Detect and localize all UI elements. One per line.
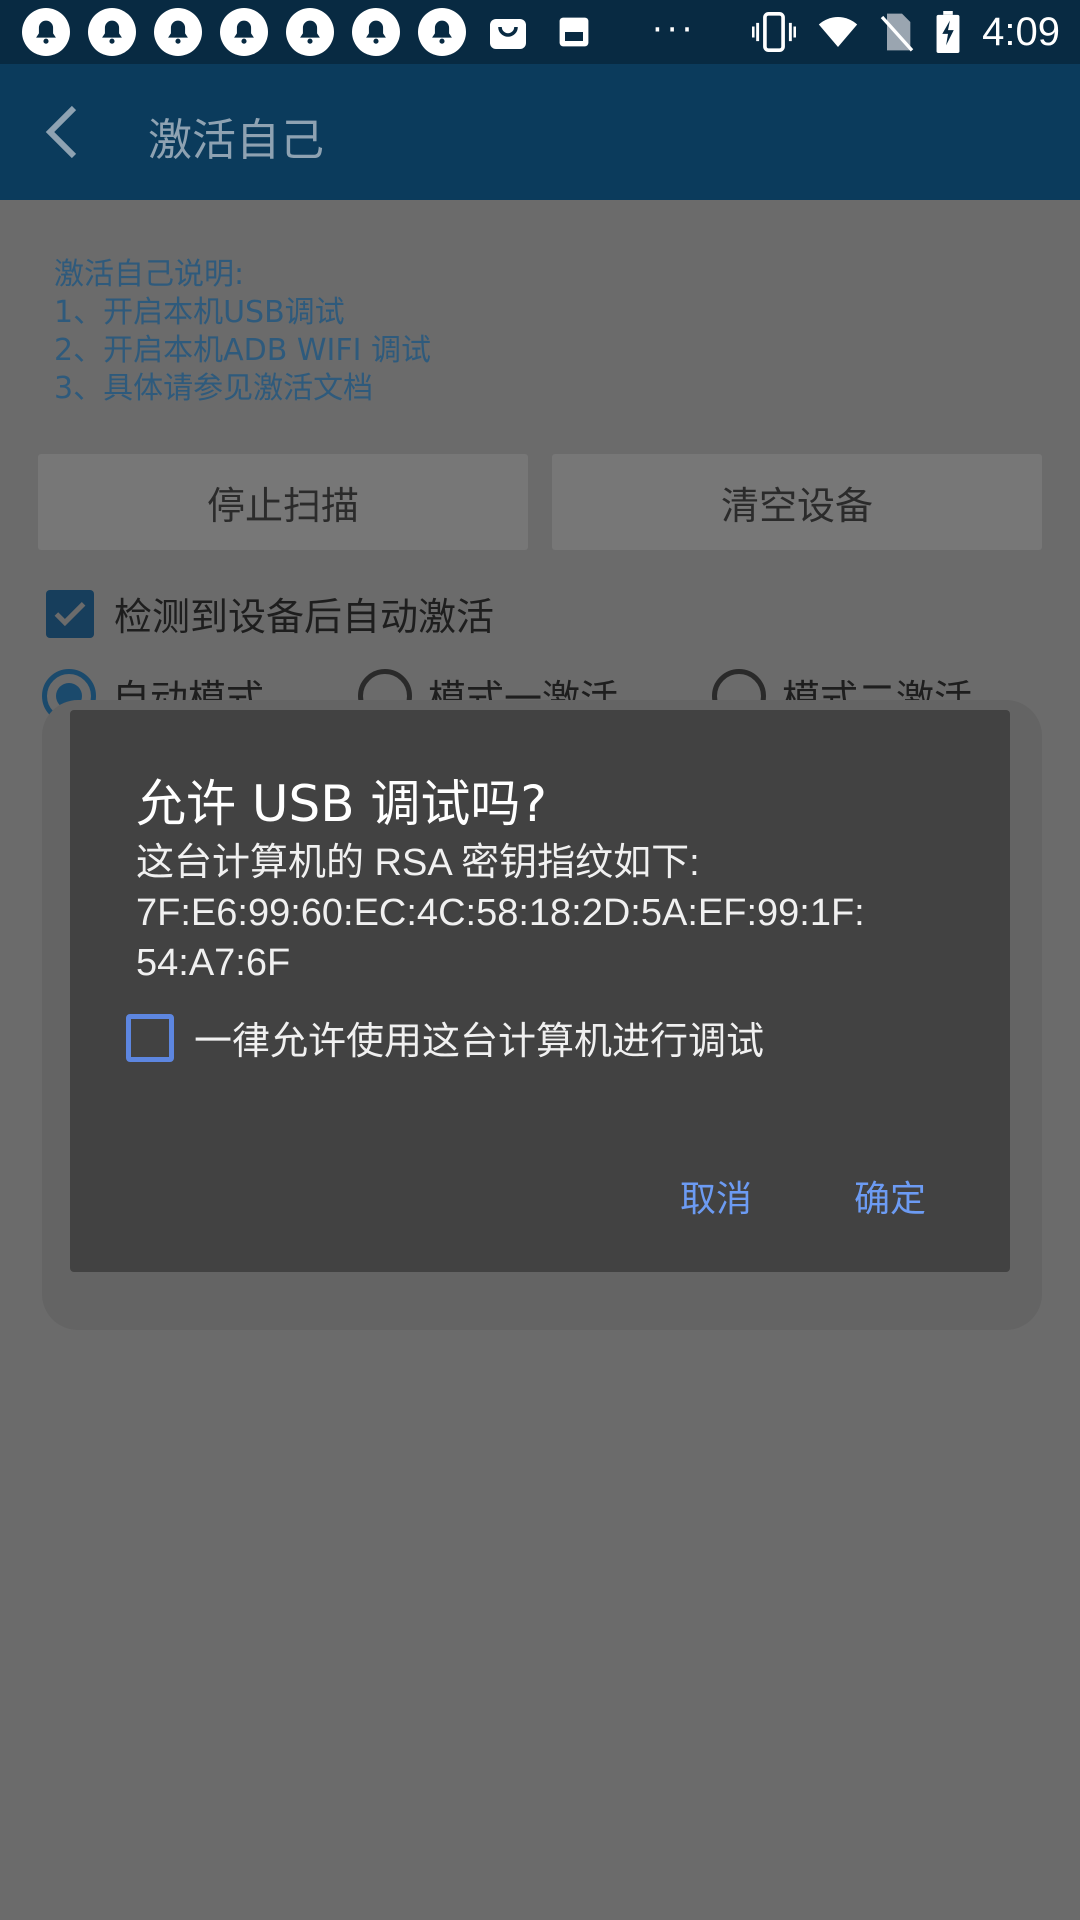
always-allow-label: 一律允许使用这台计算机进行调试 xyxy=(194,1019,765,1063)
shopping-bag-icon xyxy=(484,8,532,56)
battery-charging-icon xyxy=(936,11,960,53)
vibrate-icon xyxy=(752,12,797,52)
dialog-message-line: 这台计算机的 RSA 密钥指纹如下: xyxy=(136,842,700,884)
page-title: 激活自己 xyxy=(148,115,324,166)
bell-icon xyxy=(154,8,202,56)
more-notifications-dots: ··· xyxy=(652,10,697,50)
stop-scan-button[interactable]: 停止扫描 xyxy=(38,454,528,550)
bell-icon xyxy=(286,8,334,56)
usb-debugging-dialog: 允许 USB 调试吗? 这台计算机的 RSA 密钥指纹如下: 7F:E6:99:… xyxy=(70,710,1010,1272)
app-bar: 激活自己 xyxy=(0,64,1080,200)
bell-icon xyxy=(352,8,400,56)
status-bar: ··· 4:09 xyxy=(0,0,1080,64)
instructions-line: 3、具体请参见激活文档 xyxy=(54,371,374,406)
instructions-line: 2、开启本机ADB WIFI 调试 xyxy=(54,333,431,368)
dialog-message: 这台计算机的 RSA 密钥指纹如下: 7F:E6:99:60:EC:4C:58:… xyxy=(136,838,956,988)
checkmark-icon xyxy=(54,601,86,626)
always-allow-row[interactable]: 一律允许使用这台计算机进行调试 xyxy=(126,1010,764,1065)
auto-activate-checkbox[interactable] xyxy=(46,589,94,638)
store-icon xyxy=(550,8,598,56)
clock: 4:09 xyxy=(982,9,1060,54)
dialog-title: 允许 USB 调试吗? xyxy=(136,775,547,833)
wifi-icon xyxy=(818,17,858,47)
clear-devices-button[interactable]: 清空设备 xyxy=(552,454,1042,550)
bell-icon xyxy=(220,8,268,56)
auto-activate-checkbox-row[interactable]: 检测到设备后自动激活 xyxy=(46,586,494,641)
auto-activate-label: 检测到设备后自动激活 xyxy=(114,595,495,639)
always-allow-checkbox[interactable] xyxy=(126,1013,174,1062)
rsa-fingerprint: 7F:E6:99:60:EC:4C:58:18:2D:5A:EF:99:1F: xyxy=(136,892,865,934)
bell-icon xyxy=(22,8,70,56)
instructions-heading: 激活自己说明: xyxy=(54,257,245,292)
instructions-line: 1、开启本机USB调试 xyxy=(54,295,345,330)
bell-icon xyxy=(418,8,466,56)
system-icons: 4:09 xyxy=(752,8,1060,56)
rsa-fingerprint-continued: 54:A7:6F xyxy=(136,942,291,984)
cancel-button[interactable]: 取消 xyxy=(680,1170,752,1222)
instructions-text: 激活自己说明: 1、开启本机USB调试 2、开启本机ADB WIFI 调试 3、… xyxy=(54,256,431,408)
ok-button[interactable]: 确定 xyxy=(854,1170,926,1222)
back-arrow-icon[interactable] xyxy=(42,104,82,160)
notification-icons xyxy=(22,8,598,56)
no-sim-icon xyxy=(880,13,914,52)
bell-icon xyxy=(88,8,136,56)
